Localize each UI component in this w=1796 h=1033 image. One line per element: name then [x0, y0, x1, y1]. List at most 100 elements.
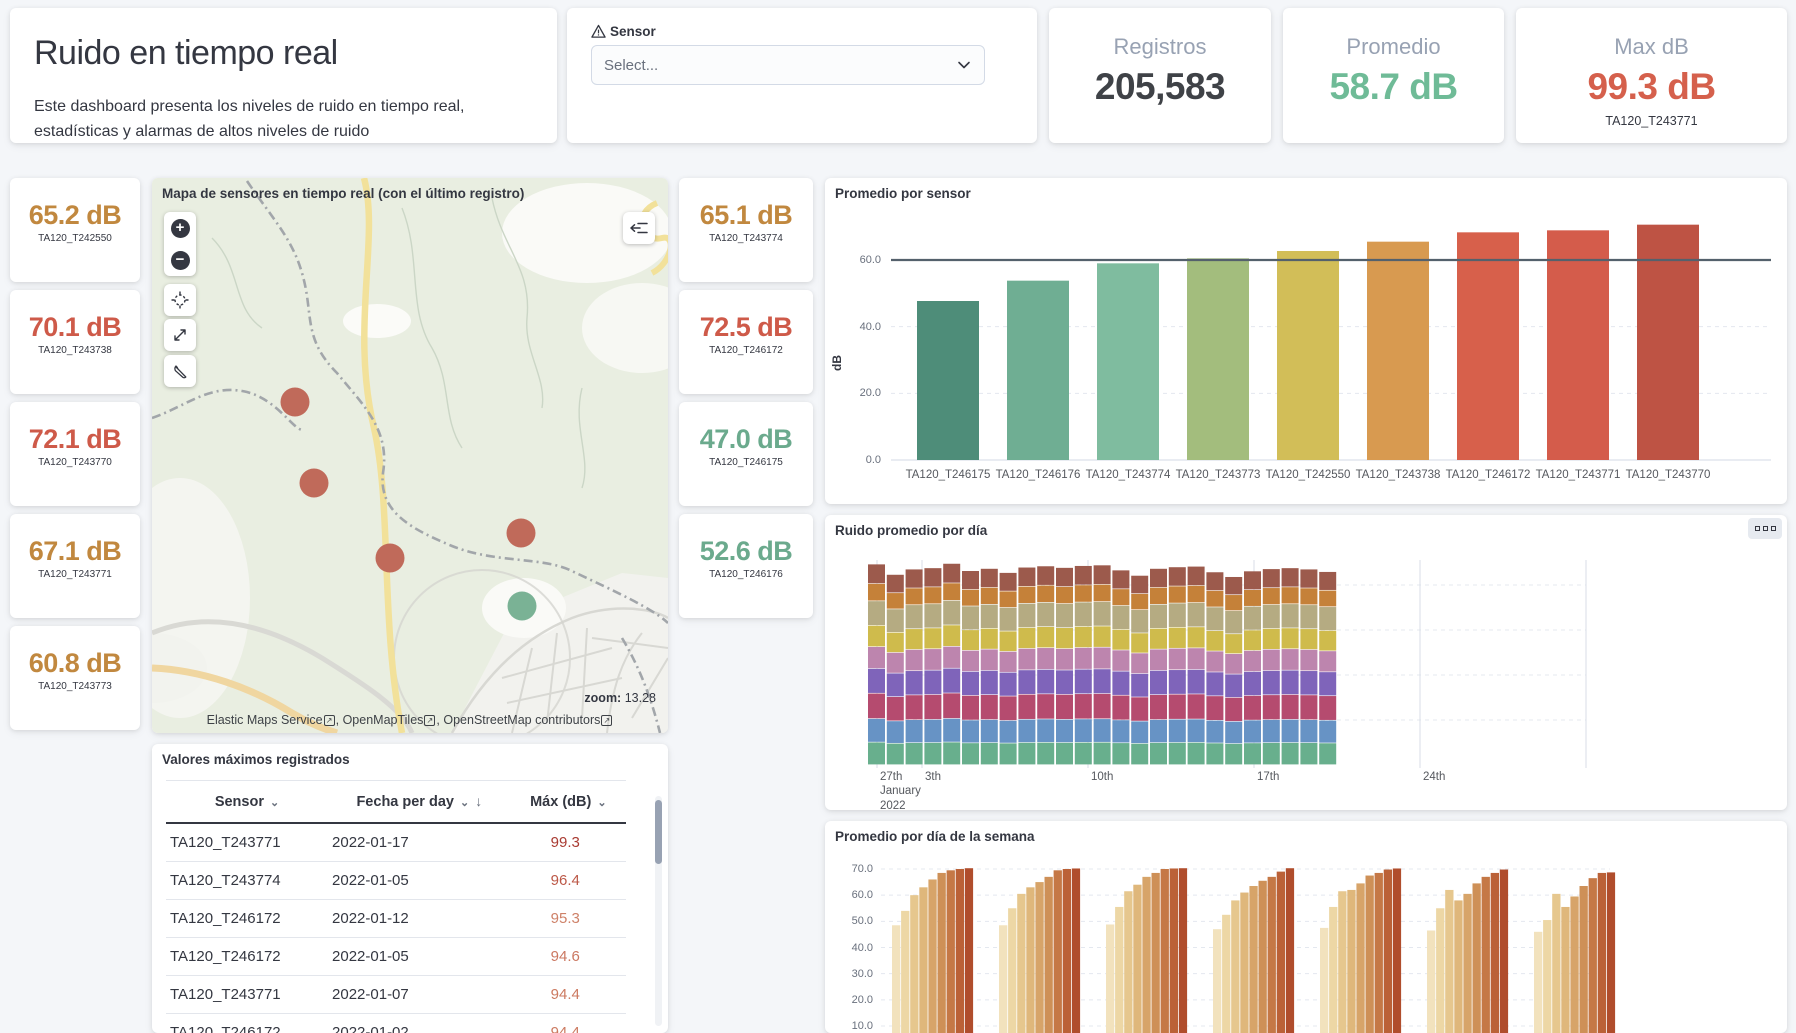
bar[interactable] [1282, 604, 1299, 628]
bar[interactable] [1152, 873, 1160, 1033]
bar[interactable] [1179, 868, 1187, 1033]
bar[interactable] [1037, 586, 1054, 603]
bar[interactable] [1589, 878, 1597, 1033]
bar[interactable] [1037, 670, 1054, 694]
table-column-header[interactable]: Sensor⌄ [166, 781, 328, 824]
bar[interactable] [1054, 870, 1062, 1033]
bar[interactable] [981, 649, 998, 670]
bar[interactable] [1000, 673, 1017, 696]
bar[interactable] [1131, 594, 1148, 609]
bar[interactable] [1037, 627, 1054, 647]
bar[interactable] [1319, 607, 1336, 630]
bar[interactable] [1000, 721, 1017, 743]
table-scrollbar-thumb[interactable] [655, 800, 662, 864]
bar[interactable] [962, 630, 979, 650]
bar[interactable] [1263, 695, 1280, 719]
bar[interactable] [1000, 652, 1017, 672]
bar[interactable] [887, 673, 904, 696]
bar[interactable] [943, 742, 960, 764]
bar[interactable] [1112, 696, 1129, 720]
bar[interactable] [1037, 603, 1054, 627]
column-menu-chevron-icon[interactable]: ⌄ [270, 797, 279, 809]
bar[interactable] [924, 649, 941, 670]
bar[interactable] [924, 670, 941, 694]
bar[interactable] [1300, 720, 1317, 742]
bar[interactable] [1300, 605, 1317, 628]
bar[interactable] [1075, 585, 1092, 602]
bar[interactable] [1063, 869, 1071, 1033]
bar[interactable] [906, 720, 923, 742]
bar[interactable] [868, 742, 885, 764]
bar[interactable] [892, 925, 900, 1033]
bar[interactable] [1427, 930, 1435, 1033]
bar[interactable] [1263, 605, 1280, 628]
bar[interactable] [1300, 629, 1317, 649]
bar[interactable] [1547, 230, 1609, 460]
bar[interactable] [1169, 743, 1186, 765]
bar[interactable] [1150, 695, 1167, 719]
bar[interactable] [1131, 744, 1148, 765]
bar[interactable] [1482, 877, 1490, 1033]
bar[interactable] [1094, 743, 1111, 765]
bar[interactable] [962, 606, 979, 629]
bar[interactable] [1169, 628, 1186, 648]
bar[interactable] [1131, 674, 1148, 697]
bar[interactable] [1150, 588, 1167, 604]
bar[interactable] [1112, 743, 1129, 764]
bar[interactable] [965, 868, 973, 1033]
bar[interactable] [1018, 568, 1035, 587]
bar[interactable] [1282, 743, 1299, 765]
bar[interactable] [868, 601, 885, 625]
bar[interactable] [1225, 722, 1242, 744]
bar[interactable] [943, 669, 960, 693]
map-tools-button[interactable] [164, 355, 196, 387]
bar[interactable] [981, 629, 998, 649]
table-scrollbar[interactable] [655, 796, 662, 1026]
bar[interactable] [887, 575, 904, 593]
bar[interactable] [1598, 873, 1606, 1033]
bar[interactable] [1161, 869, 1169, 1033]
bar[interactable] [924, 743, 941, 765]
bar[interactable] [1018, 670, 1035, 694]
bar[interactable] [1206, 607, 1223, 630]
bar[interactable] [1188, 694, 1205, 718]
bar[interactable] [1225, 595, 1242, 610]
bar[interactable] [1491, 873, 1499, 1033]
bar[interactable] [1075, 627, 1092, 648]
bar[interactable] [981, 605, 998, 628]
bar[interactable] [1206, 696, 1223, 720]
map-sensor-marker[interactable] [281, 388, 310, 417]
bar[interactable] [1169, 567, 1186, 586]
bar[interactable] [1037, 743, 1054, 765]
bar[interactable] [1170, 868, 1178, 1033]
map-sensor-marker[interactable] [507, 519, 536, 548]
map-fullscreen-button[interactable] [164, 319, 196, 351]
bar[interactable] [924, 628, 941, 648]
bar[interactable] [943, 625, 960, 646]
bar[interactable] [1150, 605, 1167, 628]
bar[interactable] [924, 695, 941, 719]
bar[interactable] [1445, 890, 1453, 1033]
bar[interactable] [1131, 633, 1148, 652]
bar[interactable] [906, 629, 923, 649]
bar[interactable] [1094, 719, 1111, 742]
bar[interactable] [1018, 587, 1035, 603]
bar[interactable] [1000, 631, 1017, 651]
bar[interactable] [962, 651, 979, 671]
bar[interactable] [947, 870, 955, 1033]
bar[interactable] [906, 650, 923, 671]
bar[interactable] [1018, 628, 1035, 648]
bar[interactable] [1206, 631, 1223, 651]
bar[interactable] [1231, 900, 1239, 1033]
bar[interactable] [906, 588, 923, 604]
bar[interactable] [1037, 648, 1054, 669]
bar[interactable] [868, 564, 885, 583]
bar[interactable] [1075, 566, 1092, 585]
bar[interactable] [962, 672, 979, 695]
bar[interactable] [1225, 674, 1242, 697]
bar[interactable] [868, 694, 885, 719]
table-column-header[interactable]: Máx (dB)⌄ [511, 781, 626, 824]
bar[interactable] [1045, 877, 1053, 1033]
map-zoom-in-button[interactable]: + [164, 212, 196, 244]
bar[interactable] [1384, 870, 1392, 1033]
